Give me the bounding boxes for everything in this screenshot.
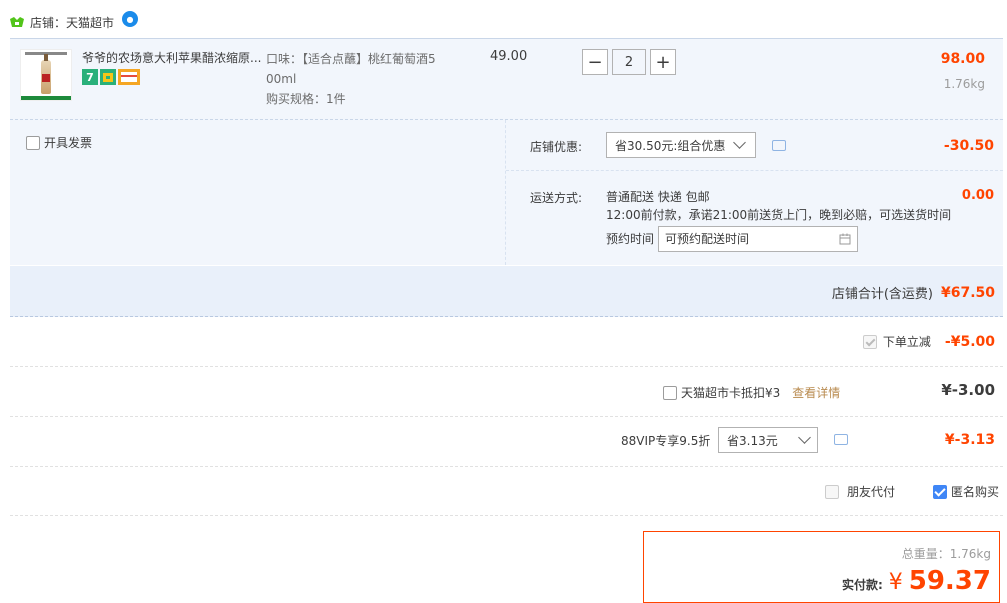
shop-discount-label: 店铺优惠: — [530, 140, 583, 154]
cart-item-row: 爷爷的农场意大利苹果醋浓缩原... 7 口味：【适合点蘸】桃红葡萄酒5 00ml… — [10, 38, 1003, 120]
calendar-icon — [839, 233, 851, 245]
vip-discount-value: 省3.13元 — [727, 433, 778, 448]
item-subtotal: 98.00 — [940, 51, 985, 67]
shipping-promise: 12:00前付款，承诺21:00前送货上门，晚到必赔，可选送货时间 — [606, 208, 952, 222]
vip-discount-amount: ¥-3.13 — [944, 432, 995, 448]
chevron-down-icon — [733, 136, 747, 149]
shop-name[interactable]: 店铺：天猫超市 — [30, 14, 114, 31]
tmall-card-label: 天猫超市卡抵扣¥3 — [681, 386, 781, 400]
product-badges: 7 — [82, 69, 140, 85]
instant-discount-row: 下单立减 -¥5.00 — [10, 317, 1003, 367]
shop-discount-select[interactable]: 省30.50元:组合优惠 — [606, 132, 756, 158]
delivery-time-input[interactable]: 可预约配送时间 — [658, 226, 859, 252]
quantity-stepper: − 2 + — [582, 49, 676, 75]
sku-flavor: 口味：【适合点蘸】桃红葡萄酒5 — [266, 52, 436, 66]
seven-day-return-icon[interactable]: 7 — [82, 69, 98, 85]
quantity-input[interactable]: 2 — [612, 49, 646, 75]
anonymous-label: 匿名购买 — [951, 485, 1000, 499]
instant-discount-checkbox — [862, 334, 877, 349]
tmall-card-amount: ¥-3.00 — [941, 381, 995, 399]
instant-discount-amount: -¥5.00 — [944, 333, 995, 350]
shop-total-amount: ¥67.50 — [940, 284, 995, 301]
shipping-details: 普通配送 快递 包邮 12:00前付款，承诺21:00前送货上门，晚到必赔，可选… — [606, 188, 951, 252]
shop-total-row: 店铺合计(含运费) ¥67.50 — [10, 266, 1003, 317]
friend-pay-label: 朋友代付 — [847, 485, 896, 499]
delivery-time-placeholder: 可预约配送时间 — [665, 232, 750, 246]
shipping-label: 运送方式: — [530, 191, 583, 205]
pay-label: 实付款: — [841, 578, 883, 592]
guarantee-icon[interactable] — [100, 69, 116, 85]
message-icon[interactable] — [772, 140, 786, 151]
total-weight: 总重量：1.76kg — [901, 547, 991, 561]
payment-summary: 总重量：1.76kg 实付款: ¥ 59.37 — [643, 531, 1000, 603]
invoice-option[interactable]: 开具发票 — [26, 134, 92, 151]
credit-card-icon[interactable] — [118, 69, 140, 85]
shop-discount-section: 店铺优惠: 省30.50元:组合优惠 -30.50 — [506, 120, 1003, 171]
item-weight: 1.76kg — [943, 77, 985, 91]
vip-label: 88VIP专享9.5折 — [621, 434, 711, 448]
vip-discount-row: 88VIP专享9.5折 省3.13元 ¥-3.13 — [10, 417, 1003, 467]
invoice-section: 开具发票 — [10, 120, 506, 265]
chat-icon[interactable]: ● — [122, 11, 139, 27]
sku-flavor-cont: 00ml — [266, 72, 297, 86]
order-options: 开具发票 店铺优惠: 省30.50元:组合优惠 -30.50 运送方式: 普通配… — [10, 120, 1003, 265]
shop-discount-amount: -30.50 — [943, 138, 994, 154]
shipping-section: 运送方式: 普通配送 快递 包邮 12:00前付款，承诺21:00前送货上门，晚… — [506, 171, 1003, 265]
product-title[interactable]: 爷爷的农场意大利苹果醋浓缩原... — [82, 49, 262, 67]
decrease-button[interactable]: − — [582, 49, 608, 75]
payment-options-row: 朋友代付 匿名购买 — [10, 467, 1003, 516]
shop-icon — [10, 17, 24, 27]
invoice-label: 开具发票 — [44, 136, 93, 150]
product-thumbnail[interactable] — [20, 49, 72, 101]
sku-spec: 购买规格：1件 — [266, 92, 346, 106]
currency-symbol: ¥ — [888, 570, 903, 595]
friend-pay-option[interactable]: 朋友代付 — [825, 483, 895, 500]
sku-info: 口味：【适合点蘸】桃红葡萄酒5 00ml 购买规格：1件 — [266, 49, 466, 109]
chevron-down-icon — [798, 431, 811, 444]
shipping-method: 普通配送 快递 包邮 — [606, 190, 710, 204]
delivery-time-label: 预约时间 — [606, 232, 655, 246]
shipping-amount: 0.00 — [961, 188, 994, 203]
shop-header: 店铺：天猫超市 ● — [10, 11, 139, 32]
increase-button[interactable]: + — [650, 49, 676, 75]
invoice-checkbox[interactable] — [26, 135, 40, 150]
unit-price: 49.00 — [490, 49, 528, 64]
anonymous-option[interactable]: 匿名购买 — [933, 483, 999, 500]
instant-discount-label: 下单立减 — [882, 335, 931, 349]
friend-pay-checkbox[interactable] — [825, 484, 839, 499]
message-icon[interactable] — [834, 434, 848, 445]
tmall-card-row: 天猫超市卡抵扣¥3 查看详情 ¥-3.00 — [10, 367, 1003, 417]
tmall-card-checkbox[interactable] — [663, 385, 677, 400]
pay-amount: 59.37 — [908, 566, 991, 596]
vip-discount-select[interactable]: 省3.13元 — [718, 427, 818, 453]
shop-total-label: 店铺合计(含运费) — [831, 287, 933, 302]
tmall-card-details-link[interactable]: 查看详情 — [792, 384, 840, 401]
anonymous-checkbox[interactable] — [933, 484, 947, 499]
shop-discount-value: 省30.50元:组合优惠 — [615, 138, 726, 153]
